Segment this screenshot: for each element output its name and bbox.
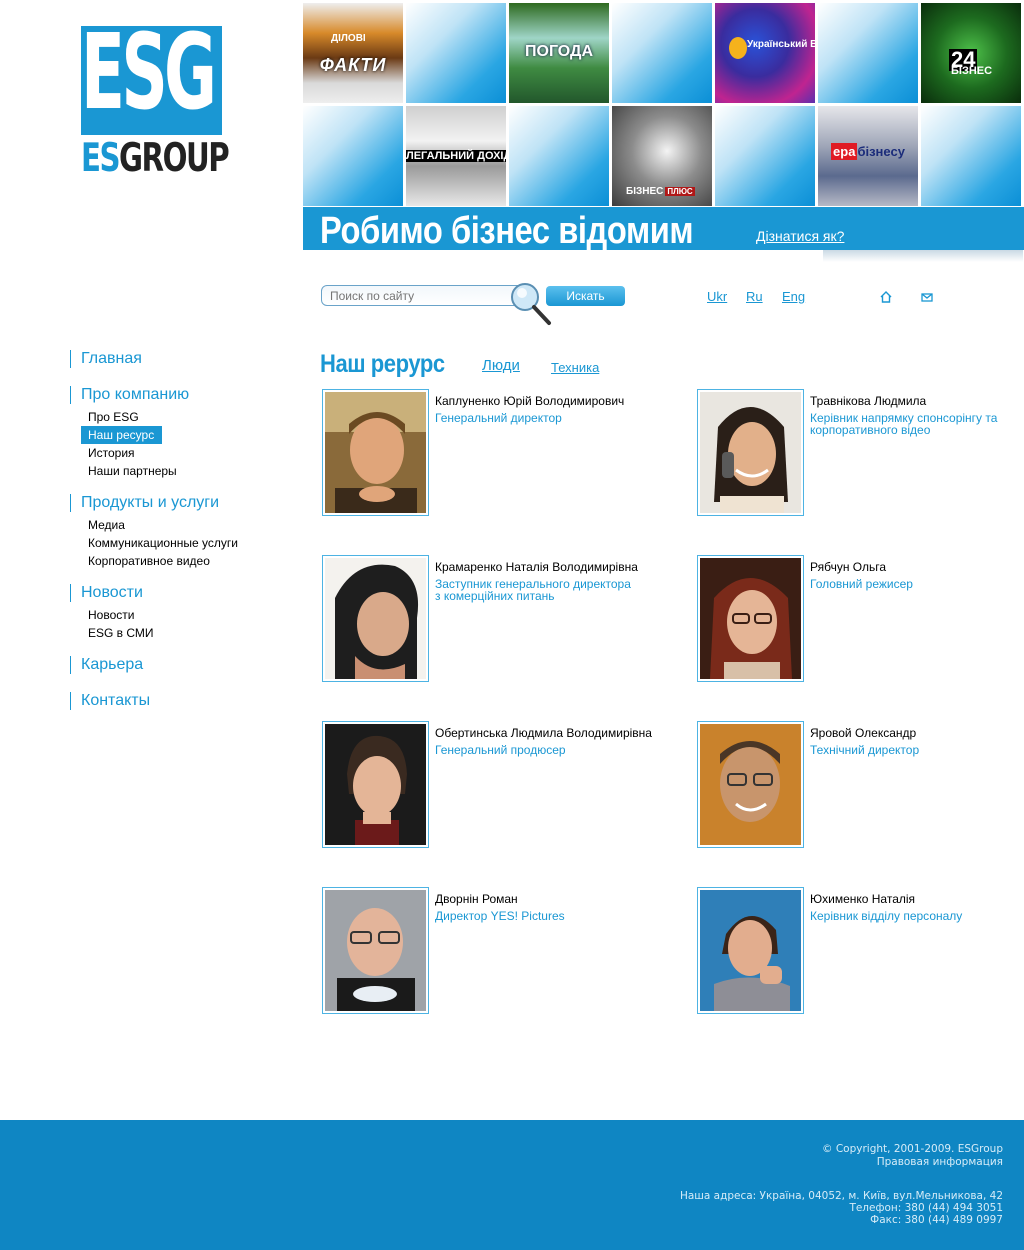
person-role: Заступник генерального директора з комер…	[435, 577, 631, 603]
tile-blue	[818, 3, 918, 103]
menu-item-products[interactable]: Продукты и услуги	[70, 494, 290, 512]
person-photo	[322, 721, 429, 848]
person-role: Директор YES! Pictures	[435, 909, 565, 923]
person-name: Юхименко Наталія	[810, 892, 916, 906]
home-icon[interactable]	[880, 291, 892, 303]
tile-blue	[612, 3, 712, 103]
search-input[interactable]	[322, 286, 502, 305]
person-photo	[697, 389, 804, 516]
lang-eng-link[interactable]: Eng	[782, 289, 805, 304]
person-name: Травнікова Людмила	[810, 394, 927, 408]
person-name: Рябчун Ольга	[810, 560, 887, 574]
person-card[interactable]: Яровой Олександр Технічний директор	[697, 721, 1024, 851]
person-role: Головний режисер	[810, 577, 913, 591]
person-photo	[322, 555, 429, 682]
page-title: Наш рерурс	[320, 350, 445, 378]
slogan-text: Робимо бізнес відомим	[320, 210, 694, 252]
person-name: Крамаренко Наталія Володимирівна	[435, 560, 638, 574]
submenu-item-partners[interactable]: Наши партнеры	[70, 462, 290, 480]
footer: © Copyright, 2001-2009. ESGroup Правовая…	[0, 1120, 1024, 1250]
tile-biznes-plus: БІЗНЕС ПЛЮС	[612, 106, 712, 206]
person-card[interactable]: Рябчун Ольга Головний режисер	[697, 555, 1024, 685]
tile-blue	[921, 106, 1021, 206]
footer-phone: Телефон: 380 (44) 494 3051	[849, 1202, 1003, 1214]
footer-address: Наша адреса: Україна, 04052, м. Київ, ву…	[679, 1190, 1003, 1202]
tile-pogoda: ПОГОДА	[509, 3, 609, 103]
logo-mark: ESG	[81, 20, 222, 135]
person-role: Технічний директор	[810, 743, 920, 757]
submenu-item-corporate-video[interactable]: Корпоративное видео	[70, 552, 290, 570]
submenu-item-news[interactable]: Новости	[70, 606, 290, 624]
mail-icon[interactable]	[921, 291, 933, 303]
menu-item-news[interactable]: Новости	[70, 584, 290, 602]
person-photo	[322, 887, 429, 1014]
person-role: Керівник відділу персоналу	[810, 909, 963, 923]
person-name: Дворнін Роман	[435, 892, 518, 906]
person-card[interactable]: Травнікова Людмила Керівник напрямку спо…	[697, 389, 1024, 519]
tile-blue	[303, 106, 403, 206]
menu-item-about[interactable]: Про компанию	[70, 386, 290, 404]
tile-blue	[509, 106, 609, 206]
slogan-shadow	[823, 250, 1023, 262]
menu-item-home[interactable]: Главная	[70, 350, 290, 368]
tab-people[interactable]: Люди	[482, 357, 520, 374]
person-role: Керівник напрямку спонсорінгу та корпора…	[810, 411, 998, 437]
search-box	[321, 285, 526, 306]
learn-how-link[interactable]: Дізнатися як?	[756, 228, 844, 244]
submenu-item-about-esg[interactable]: Про ESG	[70, 408, 290, 426]
lang-ukr-link[interactable]: Ukr	[707, 289, 727, 304]
header-banner: ДІЛОВІ ФАКТИ ПОГОДА Український Вимір 24…	[303, 0, 1024, 262]
sidebar-menu: Главная Про компанию Про ESG Наш ресурс …	[70, 350, 290, 714]
person-photo	[697, 887, 804, 1014]
submenu-item-esg-in-media[interactable]: ESG в СМИ	[70, 624, 290, 642]
tile-blue	[715, 106, 815, 206]
person-name: Обертинська Людмила Володимирівна	[435, 726, 652, 740]
tab-equipment[interactable]: Техника	[551, 360, 599, 375]
submenu-item-communication[interactable]: Коммуникационные услуги	[70, 534, 290, 552]
tile-legalnyi-dokhid: ЛЕГАЛЬНИЙ ДОХІД	[406, 106, 506, 206]
submenu-item-media[interactable]: Медиа	[70, 516, 290, 534]
lang-ru-link[interactable]: Ru	[746, 289, 763, 304]
menu-item-contacts[interactable]: Контакты	[70, 692, 290, 710]
tile-dilovi-fakty: ДІЛОВІ ФАКТИ	[303, 3, 403, 103]
person-card[interactable]: Дворнін Роман Директор YES! Pictures	[322, 887, 682, 1017]
person-photo	[697, 721, 804, 848]
footer-copyright: © Copyright, 2001-2009. ESGroup	[822, 1143, 1003, 1155]
submenu-item-history[interactable]: История	[70, 444, 290, 462]
search-button[interactable]: Искать	[546, 286, 625, 306]
submenu-item-our-resource[interactable]: Наш ресурс	[81, 426, 162, 444]
company-logo[interactable]: ESG ESGROUP	[81, 20, 230, 181]
person-photo	[697, 555, 804, 682]
tile-ukrainskyi-vymir: Український Вимір	[715, 3, 815, 103]
person-card[interactable]: Каплуненко Юрій Володимирович Генеральни…	[322, 389, 682, 519]
tile-era-biznesu: ера бізнесу	[818, 106, 918, 206]
footer-legal-link[interactable]: Правовая информация	[877, 1156, 1003, 1168]
person-card[interactable]: Крамаренко Наталія Володимирівна Заступн…	[322, 555, 682, 685]
menu-item-career[interactable]: Карьера	[70, 656, 290, 674]
footer-fax: Факс: 380 (44) 489 0997	[870, 1214, 1003, 1226]
tile-blue	[406, 3, 506, 103]
logo-wordmark: ESGROUP	[81, 136, 230, 181]
person-name: Яровой Олександр	[810, 726, 917, 740]
person-role: Генеральний продюсер	[435, 743, 566, 757]
person-name: Каплуненко Юрій Володимирович	[435, 394, 625, 408]
tile-24-biznes: 24 БІЗНЕС	[921, 3, 1021, 103]
banner-tiles: ДІЛОВІ ФАКТИ ПОГОДА Український Вимір 24…	[303, 3, 1024, 207]
person-card[interactable]: Обертинська Людмила Володимирівна Генера…	[322, 721, 682, 851]
person-role: Генеральний директор	[435, 411, 562, 425]
person-card[interactable]: Юхименко Наталія Керівник відділу персон…	[697, 887, 1024, 1017]
vymir-logo-icon	[729, 37, 747, 59]
person-photo	[322, 389, 429, 516]
logo-letters: ESG	[81, 11, 217, 133]
